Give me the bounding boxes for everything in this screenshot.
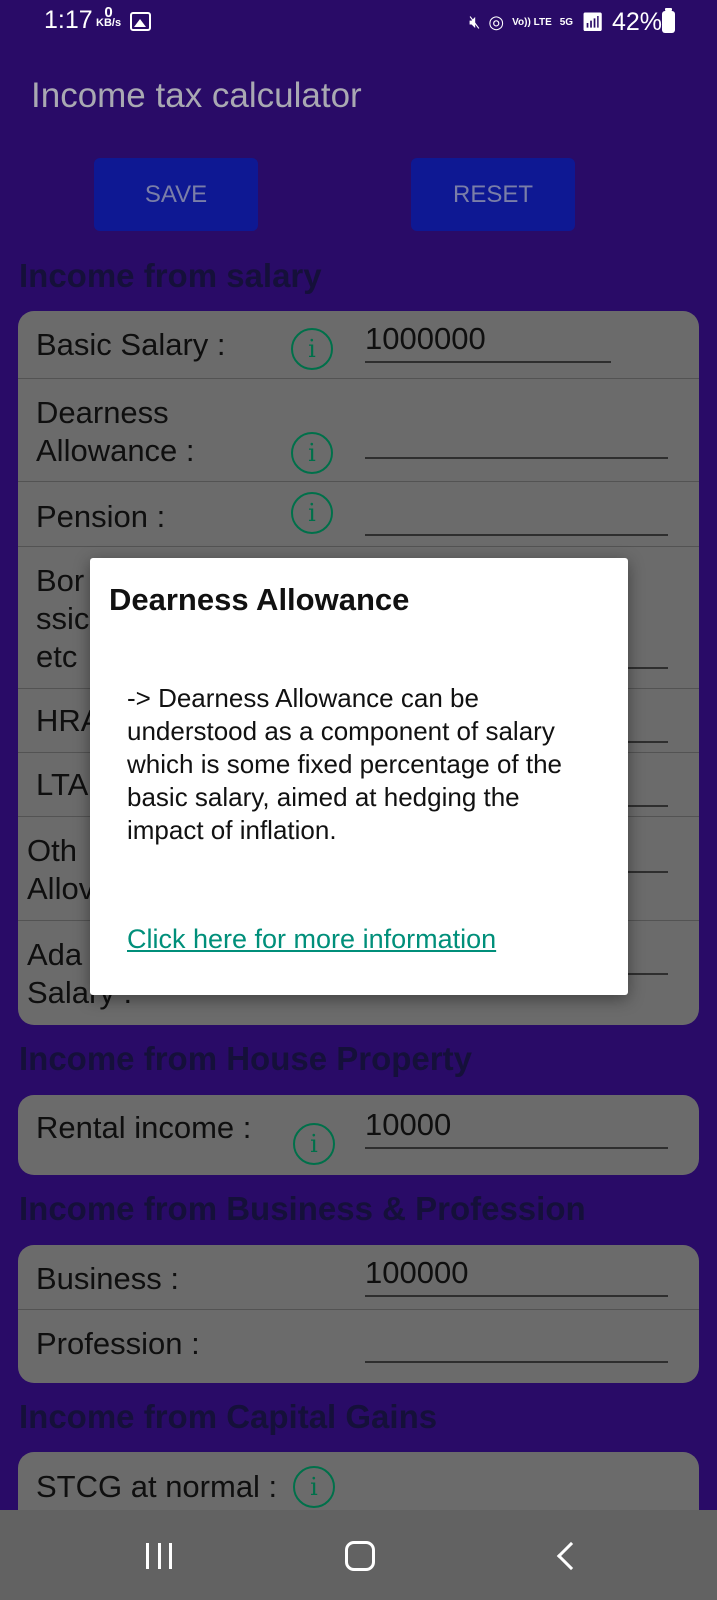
row-profession: Profession : <box>18 1310 699 1383</box>
recents-icon[interactable] <box>146 1543 172 1569</box>
stcg-normal-label: STCG at normal : <box>36 1469 278 1504</box>
section-title-capital-gains: Income from Capital Gains <box>19 1398 438 1435</box>
app-title: Income tax calculator <box>31 76 362 115</box>
system-nav-bar <box>0 1510 717 1600</box>
basic-salary-input[interactable]: 1000000 <box>365 321 611 363</box>
row-rental-income: Rental income : i 10000 <box>18 1095 699 1175</box>
section-title-business: Income from Business & Profession <box>19 1190 586 1227</box>
section-title-house-property: Income from House Property <box>19 1040 472 1077</box>
battery-percent: 42% <box>611 8 662 36</box>
reset-button[interactable]: RESET <box>411 158 575 231</box>
save-button[interactable]: SAVE <box>94 158 258 231</box>
pension-input[interactable] <box>365 494 668 536</box>
dialog-title: Dearness Allowance <box>109 582 410 617</box>
info-icon[interactable]: i <box>291 492 333 534</box>
info-icon[interactable]: i <box>293 1123 335 1165</box>
info-icon[interactable]: i <box>291 432 333 474</box>
dialog-body: -> Dearness Allowance can be understood … <box>127 683 563 845</box>
row-business: Business : 100000 <box>18 1245 699 1310</box>
business-input[interactable]: 100000 <box>365 1255 668 1297</box>
bonus-label: Bor ssic etc <box>36 563 90 674</box>
rental-income-input[interactable]: 10000 <box>365 1107 668 1149</box>
signal-icon: 📶︎ <box>581 12 604 32</box>
back-icon[interactable] <box>556 1541 586 1571</box>
house-property-card: Rental income : i 10000 <box>18 1095 699 1175</box>
pension-label: Pension : <box>36 499 166 534</box>
lta-label: LTA <box>36 767 89 802</box>
info-icon[interactable]: i <box>291 328 333 370</box>
info-dialog: Dearness Allowance -> Dearness Allowance… <box>90 558 628 995</box>
mute-icon: 🔇︎ <box>469 12 481 32</box>
status-bar: 1:17 0 KB/s 🔇︎ ◎ Vo)) LTE 5G 📶︎ 42% <box>0 0 717 48</box>
status-time: 1:17 <box>44 6 93 34</box>
row-dearness-allowance: Dearness Allowance : i <box>18 379 699 482</box>
home-icon[interactable] <box>345 1541 375 1571</box>
net-speed-indicator: 0 KB/s <box>96 5 122 29</box>
network-type-icon: 5G <box>559 16 574 28</box>
section-title-salary: Income from salary <box>19 257 322 294</box>
info-icon[interactable]: i <box>293 1466 335 1508</box>
dearness-allowance-label: Dearness Allowance : <box>36 395 195 468</box>
more-info-link[interactable]: Click here for more information <box>127 924 496 955</box>
business-card: Business : 100000 Profession : <box>18 1245 699 1383</box>
status-right-group: 🔇︎ ◎ Vo)) LTE 5G 📶︎ 42% <box>469 8 662 37</box>
business-label: Business : <box>36 1261 180 1296</box>
profession-input[interactable] <box>365 1321 668 1363</box>
row-basic-salary: Basic Salary : i 1000000 <box>18 311 699 379</box>
other-allowance-label: Oth Allov <box>27 833 95 906</box>
basic-salary-label: Basic Salary : <box>36 327 226 362</box>
profession-label: Profession : <box>36 1326 200 1361</box>
rental-income-label: Rental income : <box>36 1110 252 1145</box>
hotspot-icon: ◎ <box>488 12 505 32</box>
battery-icon <box>662 8 675 33</box>
net-speed-unit: KB/s <box>96 17 122 29</box>
dearness-allowance-input[interactable] <box>365 417 668 459</box>
row-pension: Pension : i <box>18 482 699 547</box>
gallery-notification-icon <box>130 12 151 31</box>
volte-icon: Vo)) LTE <box>512 16 552 28</box>
